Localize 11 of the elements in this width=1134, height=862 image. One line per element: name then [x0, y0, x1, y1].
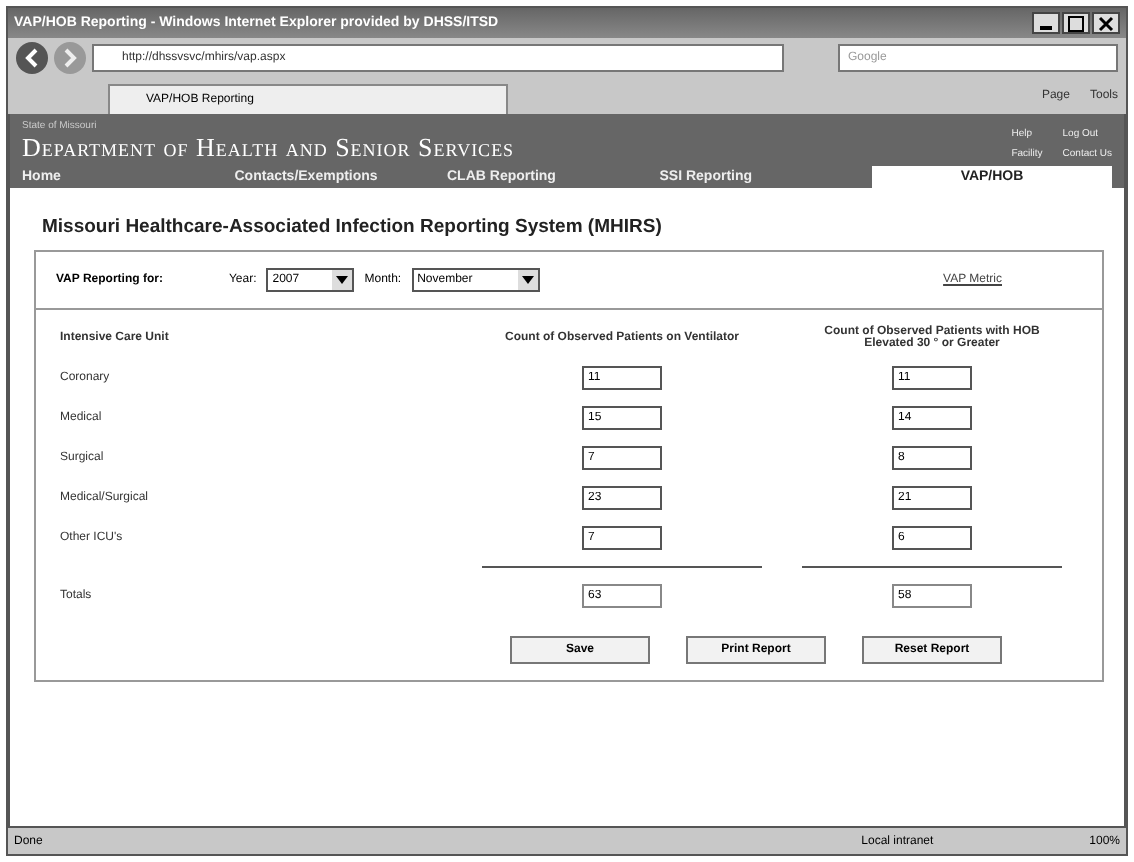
dropdown-arrow-icon — [332, 270, 353, 290]
minimize-icon — [1040, 26, 1052, 30]
minimize-button[interactable] — [1032, 12, 1060, 34]
page-title: Missouri Healthcare-Associated Infection Reporting System (MHIRS) — [42, 216, 664, 238]
back-button[interactable] — [16, 42, 48, 74]
department-title: Department of Health and Senior Services — [22, 132, 515, 164]
maximize-button[interactable] — [1062, 12, 1090, 34]
close-icon — [1098, 15, 1114, 31]
close-button[interactable] — [1092, 12, 1120, 34]
dropdown-arrow-icon — [517, 270, 538, 290]
maximize-icon — [1068, 15, 1084, 31]
